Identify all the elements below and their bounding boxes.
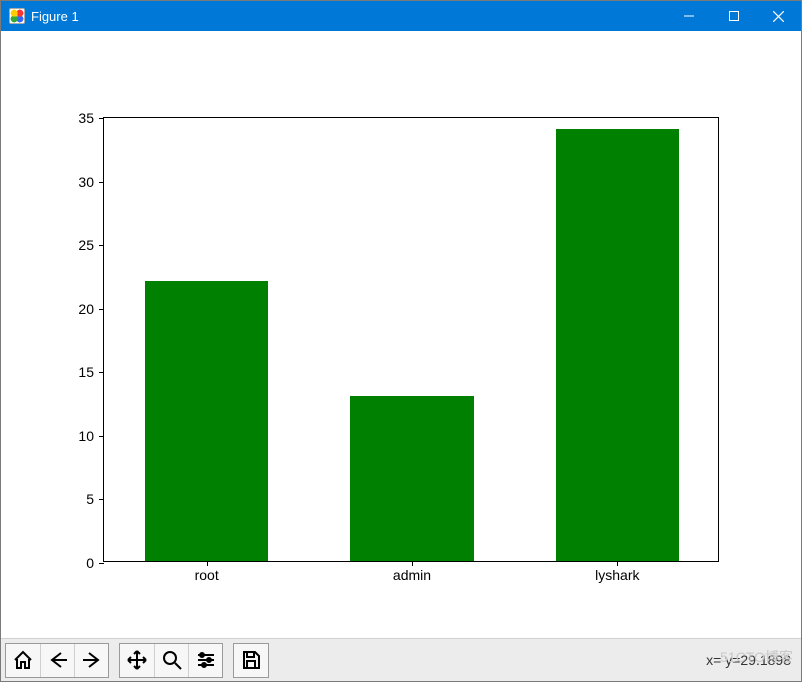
ytick-label: 35 — [78, 110, 94, 126]
back-button[interactable] — [40, 644, 74, 677]
minimize-icon — [684, 11, 694, 21]
zoom-icon — [161, 649, 183, 671]
ytick-mark — [99, 499, 104, 500]
home-icon — [12, 649, 34, 671]
configure-subplots-button[interactable] — [188, 644, 222, 677]
figure-canvas[interactable]: 0 5 10 15 20 25 30 35 root admin lyshark — [1, 31, 801, 638]
arrow-left-icon — [47, 649, 69, 671]
nav-group-view — [119, 643, 223, 678]
close-icon — [773, 11, 784, 22]
ytick-label: 0 — [86, 555, 94, 571]
move-icon — [126, 649, 148, 671]
xtick-mark — [412, 561, 413, 566]
forward-button[interactable] — [74, 644, 108, 677]
ytick-mark — [99, 118, 104, 119]
ytick-mark — [99, 563, 104, 564]
app-icon — [9, 8, 25, 24]
nav-group-save — [233, 643, 269, 678]
window-maximize-button[interactable] — [711, 1, 756, 31]
sliders-icon — [195, 649, 217, 671]
pan-button[interactable] — [120, 644, 154, 677]
ytick-label: 10 — [78, 428, 94, 444]
window-title: Figure 1 — [31, 9, 79, 24]
ytick-mark — [99, 245, 104, 246]
xtick-label: root — [195, 567, 219, 583]
arrow-right-icon — [81, 649, 103, 671]
ytick-mark — [99, 182, 104, 183]
ytick-label: 15 — [78, 364, 94, 380]
xtick-label: admin — [393, 567, 431, 583]
bar — [556, 129, 679, 561]
cursor-coordinates: x= y=29.1898 — [706, 652, 791, 668]
ytick-label: 5 — [86, 491, 94, 507]
save-icon — [240, 649, 262, 671]
save-button[interactable] — [234, 644, 268, 677]
xtick-mark — [617, 561, 618, 566]
nav-toolbar: x= y=29.1898 — [1, 638, 801, 681]
zoom-button[interactable] — [154, 644, 188, 677]
xtick-mark — [207, 561, 208, 566]
ytick-mark — [99, 309, 104, 310]
maximize-icon — [729, 11, 739, 21]
ytick-mark — [99, 372, 104, 373]
ytick-mark — [99, 436, 104, 437]
home-button[interactable] — [6, 644, 40, 677]
ytick-label: 20 — [78, 301, 94, 317]
bar — [350, 396, 473, 561]
ytick-label: 30 — [78, 174, 94, 190]
ytick-label: 25 — [78, 237, 94, 253]
xtick-label: lyshark — [595, 567, 639, 583]
nav-group-home — [5, 643, 109, 678]
window-close-button[interactable] — [756, 1, 801, 31]
window-titlebar: Figure 1 — [1, 1, 801, 31]
plot-axes: 05101520253035rootadminlyshark — [103, 117, 719, 562]
window-minimize-button[interactable] — [666, 1, 711, 31]
bar — [145, 281, 268, 561]
